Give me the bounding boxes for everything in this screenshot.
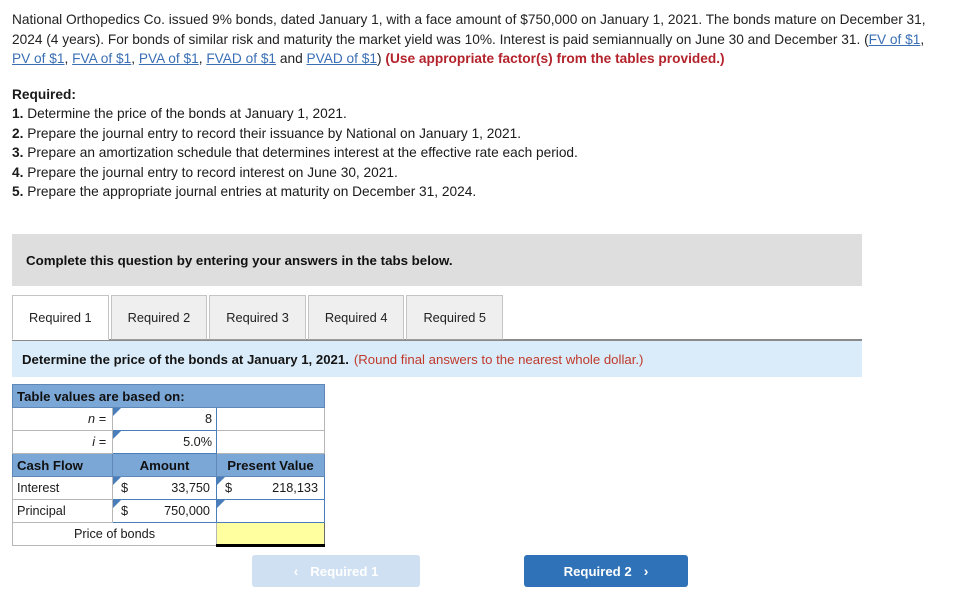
i-spacer-cell (215, 430, 326, 454)
link-pvad-of-1[interactable]: PVAD of $1 (307, 51, 378, 66)
required-item-4-number: 4. (12, 164, 24, 180)
required-heading: Required: (12, 86, 76, 102)
tab-required-4[interactable]: Required 4 (307, 295, 405, 340)
tab-required-1[interactable]: Required 1 (12, 295, 109, 340)
price-of-bonds-input[interactable] (215, 522, 326, 547)
required-list: Required: 1. Determine the price of the … (0, 69, 979, 202)
n-label: n = (12, 407, 113, 431)
link-fva-of-1[interactable]: FVA of $1 (72, 51, 131, 66)
principal-amount-currency: $ (121, 504, 129, 518)
tab-required-5[interactable]: Required 5 (406, 295, 504, 340)
tab-required-4-label: Required 4 (324, 310, 388, 325)
column-header-cash-flow: Cash Flow (12, 453, 113, 477)
required-item-5: 5. Prepare the appropriate journal entri… (12, 182, 967, 202)
bond-price-worksheet: Table values are based on: n = 8 i = 5.0… (11, 384, 326, 547)
row-label-principal: Principal (12, 499, 113, 523)
i-input[interactable]: 5.0% (112, 430, 217, 454)
principal-amount-value: 750,000 (164, 504, 210, 518)
problem-sep-2: , (64, 51, 73, 66)
instruction-bar: Complete this question by entering your … (12, 234, 862, 286)
i-label: i = (12, 430, 113, 454)
link-fv-of-1[interactable]: FV of $1 (869, 32, 921, 47)
interest-amount-value: 33,750 (171, 481, 210, 495)
required-item-3: 3. Prepare an amortization schedule that… (12, 143, 967, 163)
chevron-left-icon: ‹ (293, 563, 299, 579)
link-pv-of-1[interactable]: PV of $1 (12, 51, 65, 66)
navigation-buttons: ‹ Required 1 Required 2 › (252, 555, 688, 587)
interest-pv-currency: $ (225, 481, 233, 495)
tab-required-1-label: Required 1 (29, 310, 92, 325)
n-input[interactable]: 8 (112, 407, 217, 431)
principal-present-value-input[interactable] (215, 499, 326, 523)
task-rounding-note: (Round final answers to the nearest whol… (353, 351, 644, 367)
interest-amount-input[interactable]: $ 33,750 (112, 476, 217, 500)
n-spacer-cell (215, 407, 326, 431)
problem-statement: National Orthopedics Co. issued 9% bonds… (0, 0, 962, 69)
next-required-label: Required 2 (563, 563, 632, 579)
tab-strip: Required 1 Required 2 Required 3 Require… (12, 294, 862, 341)
required-item-4-text: Prepare the journal entry to record inte… (27, 164, 398, 180)
problem-sep-1: , (920, 31, 925, 47)
required-item-3-text: Prepare an amortization schedule that de… (27, 145, 578, 160)
task-instruction-text: Determine the price of the bonds at Janu… (22, 351, 349, 367)
tab-required-3-label: Required 3 (226, 310, 289, 325)
table-row-interest: Interest $ 33,750 $ 218,133 (12, 476, 326, 500)
table-row-headers: Cash Flow Amount Present Value (12, 453, 326, 477)
table-row-i: i = 5.0% (12, 430, 326, 454)
required-item-1: 1. Determine the price of the bonds at J… (12, 104, 967, 124)
tab-required-3[interactable]: Required 3 (209, 295, 306, 340)
link-fvad-of-1[interactable]: FVAD of $1 (206, 51, 276, 66)
required-item-4: 4. Prepare the journal entry to record i… (12, 163, 967, 183)
principal-amount-input[interactable]: $ 750,000 (112, 499, 217, 523)
task-instruction-bar: Determine the price of the bonds at Janu… (12, 341, 862, 377)
required-item-5-number: 5. (12, 184, 24, 199)
table-row-total: Price of bonds (12, 522, 326, 547)
next-required-button[interactable]: Required 2 › (524, 555, 688, 587)
previous-required-label: Required 1 (310, 563, 379, 579)
tab-required-5-label: Required 5 (423, 310, 487, 325)
required-item-1-text: Determine the price of the bonds at Janu… (27, 106, 347, 121)
table-row-principal: Principal $ 750,000 (12, 499, 326, 523)
tab-required-2-label: Required 2 (127, 310, 191, 325)
required-item-2: 2. Prepare the journal entry to record t… (12, 124, 967, 144)
required-item-3-number: 3. (12, 145, 24, 160)
row-label-interest: Interest (12, 476, 113, 500)
previous-required-button[interactable]: ‹ Required 1 (252, 555, 420, 587)
table-row-n: n = 8 (12, 407, 326, 431)
problem-text-1: National Orthopedics Co. issued 9% bonds… (12, 12, 926, 47)
instruction-bar-text: Complete this question by entering your … (26, 252, 453, 268)
required-item-2-number: 2. (12, 125, 24, 141)
price-of-bonds-label: Price of bonds (12, 522, 217, 546)
tab-required-2[interactable]: Required 2 (110, 295, 208, 340)
interest-amount-currency: $ (121, 481, 129, 495)
interest-present-value-input[interactable]: $ 218,133 (215, 476, 326, 500)
problem-emphasis-note: (Use appropriate factor(s) from the tabl… (385, 51, 725, 66)
interest-pv-value: 218,133 (272, 481, 319, 495)
problem-sep-3: , (131, 51, 139, 66)
table-row-title: Table values are based on: (11, 384, 326, 408)
column-header-amount: Amount (112, 453, 217, 477)
column-header-present-value: Present Value (215, 453, 326, 477)
worksheet-title: Table values are based on: (11, 384, 326, 408)
required-item-2-text: Prepare the journal entry to record thei… (27, 125, 522, 141)
required-item-1-number: 1. (12, 106, 24, 121)
link-pva-of-1[interactable]: PVA of $1 (139, 51, 199, 66)
chevron-right-icon: › (643, 563, 649, 579)
required-item-5-text: Prepare the appropriate journal entries … (27, 184, 477, 199)
problem-sep-5: and (276, 51, 307, 66)
